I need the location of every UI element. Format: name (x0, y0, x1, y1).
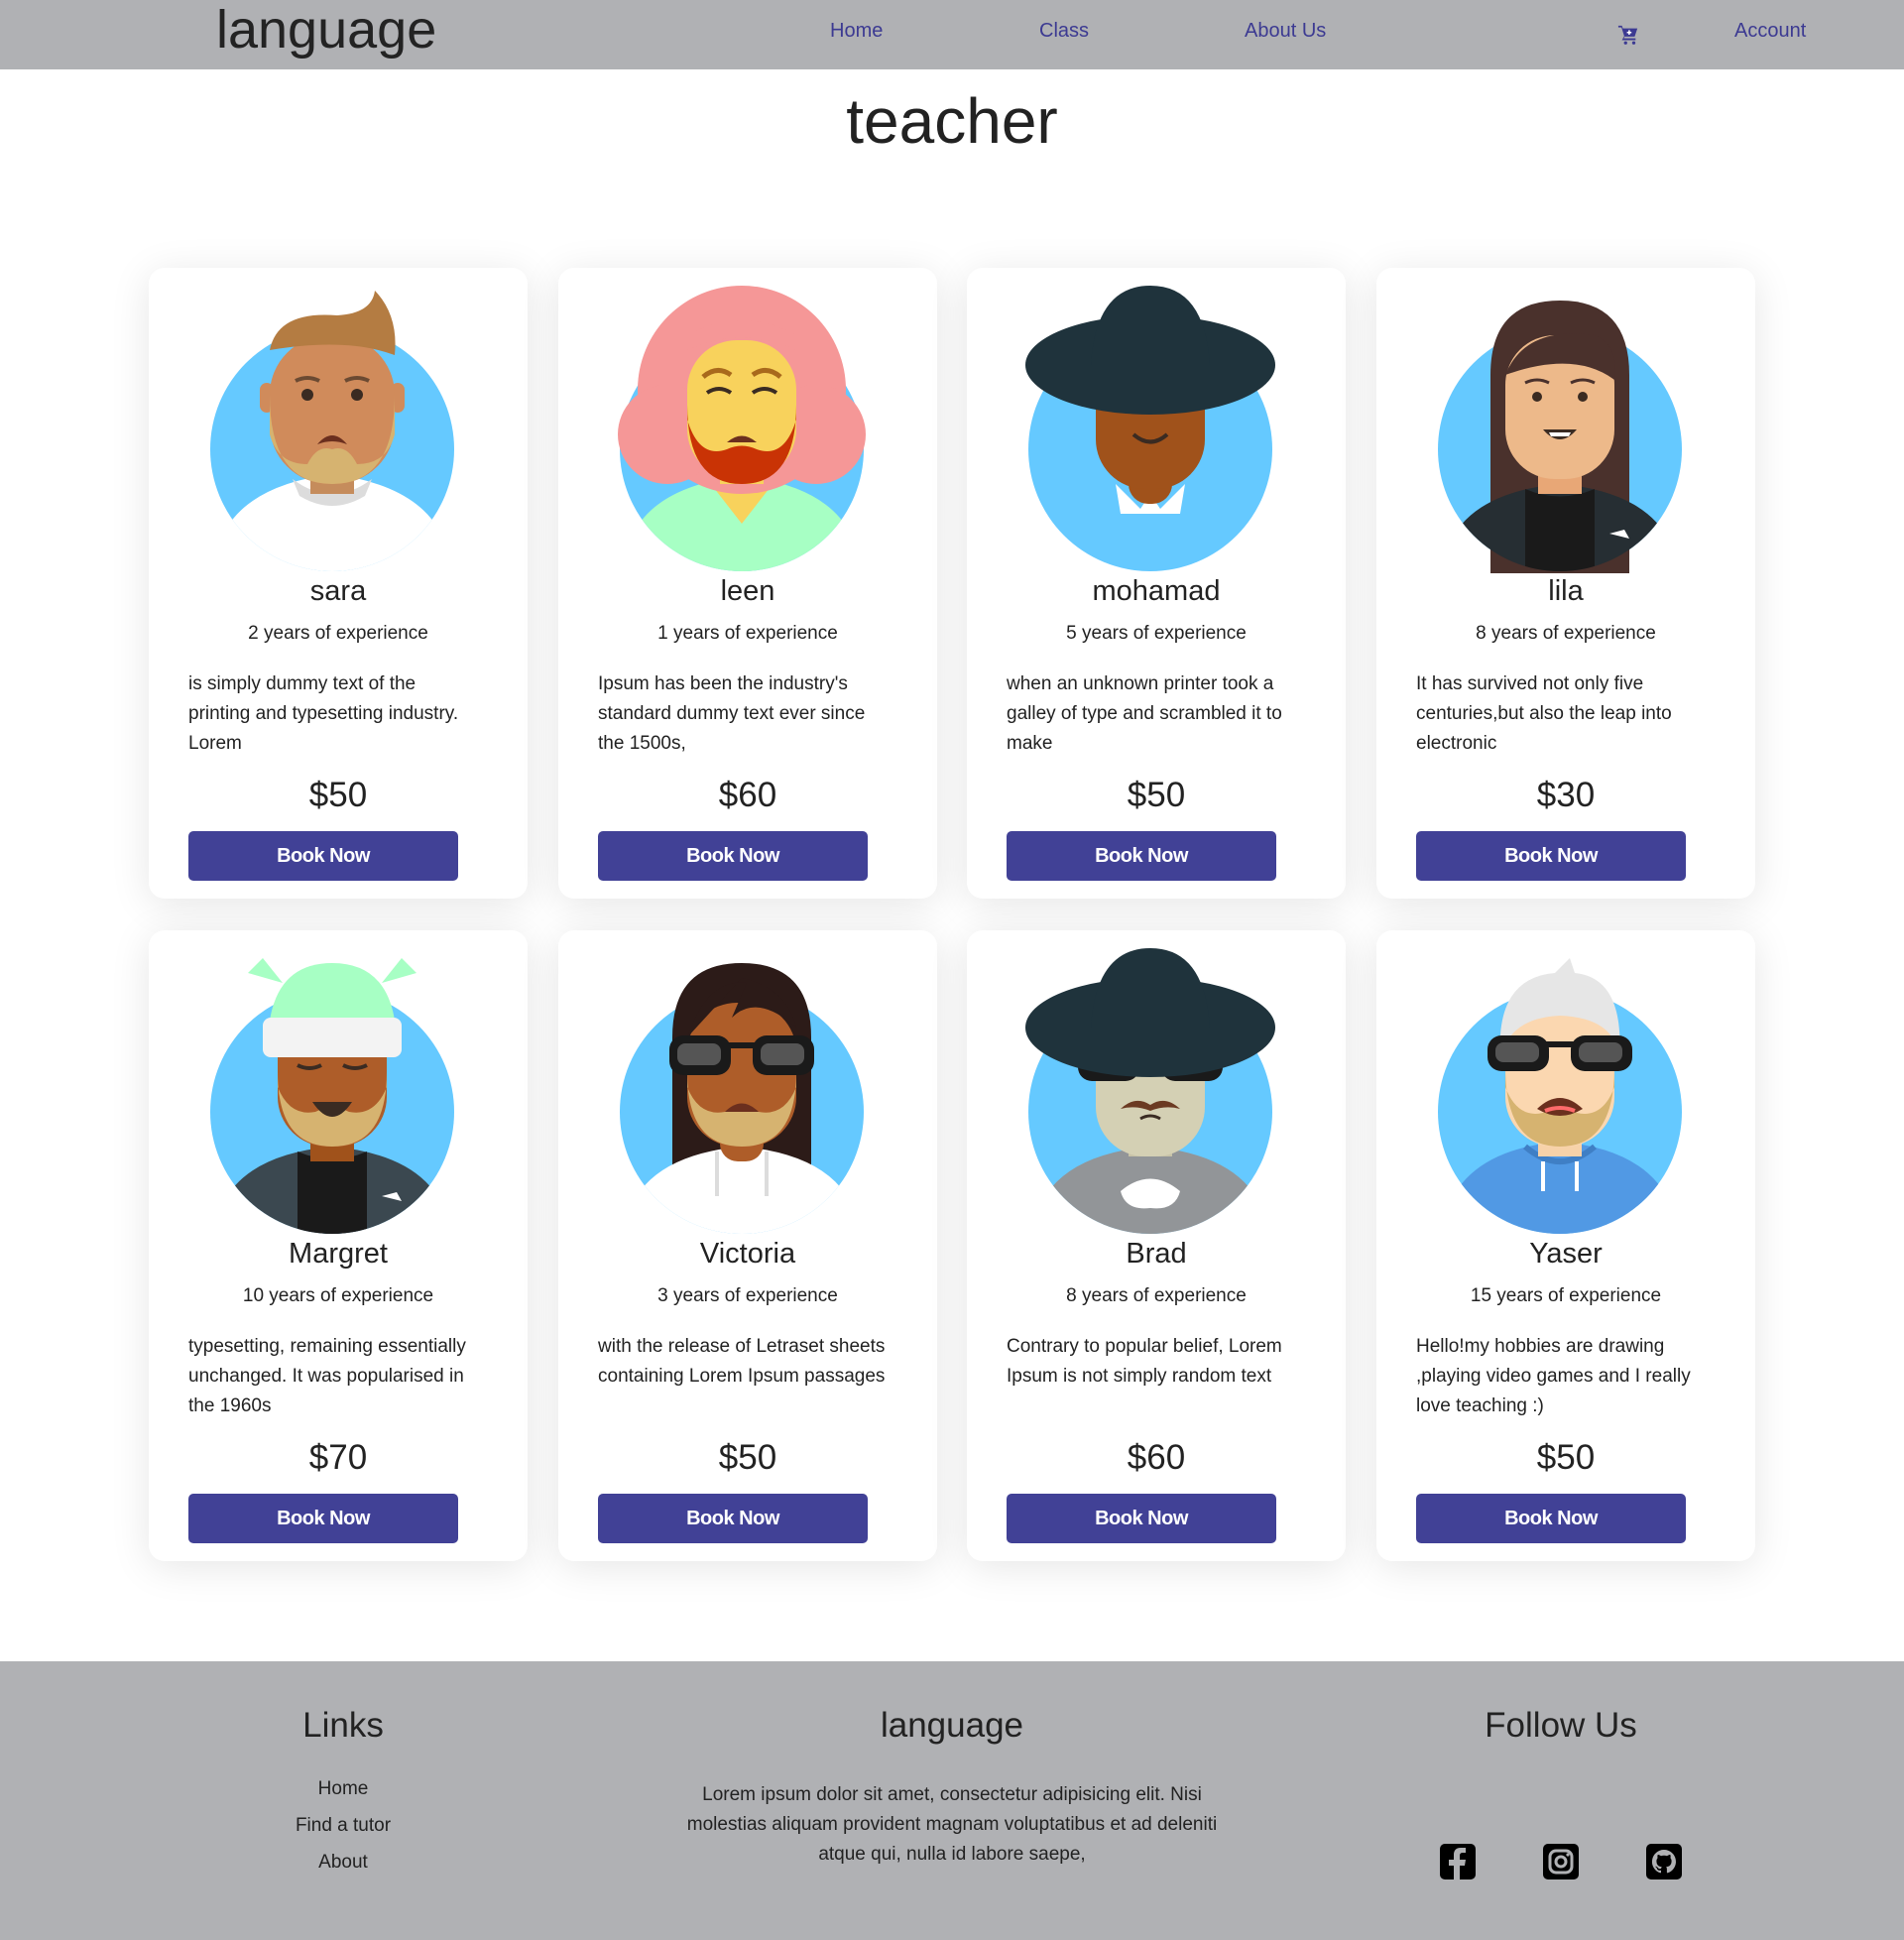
teacher-card: sara 2 years of experience is simply dum… (149, 268, 528, 899)
teacher-experience: 5 years of experience (1066, 623, 1247, 644)
teacher-price: $50 (718, 1438, 777, 1477)
teacher-name: leen (720, 575, 775, 607)
footer-link-about[interactable]: About (244, 1844, 442, 1880)
footer-brand-text: Lorem ipsum dolor sit amet, consectetur … (686, 1784, 1218, 1865)
teacher-name: Yaser (1529, 1238, 1603, 1270)
avatar-mohamad (1025, 286, 1275, 571)
teacher-description: Contrary to popular belief, Lorem Ipsum … (1007, 1336, 1282, 1387)
footer-follow-section: Follow Us (1440, 1701, 1682, 1879)
teacher-price: $60 (718, 776, 777, 814)
teacher-name: mohamad (1092, 575, 1221, 607)
teacher-description: is simply dummy text of the printing and… (188, 673, 459, 754)
avatar-margret (210, 958, 454, 1234)
footer-follow-title: Follow Us (1485, 1706, 1637, 1745)
teacher-experience: 3 years of experience (657, 1285, 838, 1306)
teacher-experience: 8 years of experience (1476, 623, 1656, 644)
nav-link-home[interactable]: Home (830, 20, 883, 43)
teacher-name: Victoria (699, 1238, 796, 1270)
avatar-yaser (1438, 958, 1682, 1234)
teacher-price: $30 (1536, 776, 1596, 814)
teacher-description: typesetting, remaining essentially uncha… (188, 1336, 466, 1416)
teacher-name: lila (1548, 575, 1584, 607)
teacher-experience: 10 years of experience (242, 1285, 434, 1306)
teacher-description: It has survived not only five centuries,… (1416, 673, 1672, 754)
teacher-card: Brad 8 years of experience Contrary to p… (967, 930, 1346, 1561)
footer-links-title: Links (302, 1706, 384, 1745)
footer-brand-title: language (880, 1706, 1024, 1745)
instagram-icon[interactable] (1541, 1842, 1581, 1881)
teacher-price: $50 (1536, 1438, 1596, 1477)
teacher-experience: 1 years of experience (657, 623, 838, 644)
avatar-victoria (620, 963, 864, 1234)
footer-link-find-tutor[interactable]: Find a tutor (244, 1807, 442, 1844)
teacher-experience: 8 years of experience (1066, 1285, 1247, 1306)
teacher-card: Yaser 15 years of experience Hello!my ho… (1376, 930, 1755, 1561)
footer-links-section: Links Home Find a tutor About (244, 1701, 442, 1880)
book-now-button[interactable]: Book Now (1007, 831, 1276, 881)
teacher-card: Margret 10 years of experience typesetti… (149, 930, 528, 1561)
teacher-description: Hello!my hobbies are drawing ,playing vi… (1416, 1336, 1691, 1416)
book-now-button[interactable]: Book Now (598, 831, 868, 881)
teacher-card: mohamad 5 years of experience when an un… (967, 268, 1346, 899)
teacher-name: Margret (289, 1238, 388, 1270)
cart-icon[interactable] (1617, 24, 1639, 46)
book-now-button[interactable]: Book Now (1416, 1494, 1686, 1543)
teacher-description: Ipsum has been the industry's standard d… (598, 673, 866, 754)
teacher-card: leen 1 years of experience Ipsum has bee… (558, 268, 937, 899)
teacher-price: $50 (308, 776, 368, 814)
navbar: language Home Class About Us Account (0, 0, 1904, 69)
avatar-sara (210, 291, 454, 571)
avatar-brad (1025, 948, 1275, 1234)
teacher-price: $50 (1127, 776, 1186, 814)
teacher-description: when an unknown printer took a galley of… (1007, 673, 1282, 754)
teacher-card: lila 8 years of experience It has surviv… (1376, 268, 1755, 899)
nav-link-class[interactable]: Class (1039, 20, 1089, 43)
teacher-description: with the release of Letraset sheets cont… (598, 1336, 886, 1387)
teacher-price: $70 (308, 1438, 368, 1477)
teacher-experience: 2 years of experience (248, 623, 428, 644)
book-now-button[interactable]: Book Now (188, 831, 458, 881)
avatar-lila (1438, 301, 1682, 573)
book-now-button[interactable]: Book Now (188, 1494, 458, 1543)
book-now-button[interactable]: Book Now (1007, 1494, 1276, 1543)
nav-link-about-us[interactable]: About Us (1245, 20, 1326, 43)
footer-link-home[interactable]: Home (244, 1770, 442, 1807)
footer-brand-section: language Lorem ipsum dolor sit amet, con… (664, 1701, 1240, 1870)
github-icon[interactable] (1644, 1842, 1684, 1881)
teacher-name: Brad (1126, 1238, 1187, 1270)
page-title: teacher (846, 85, 1058, 157)
footer: Links Home Find a tutor About language L… (0, 1661, 1904, 1940)
brand-logo[interactable]: language (216, 0, 436, 60)
teacher-price: $60 (1127, 1438, 1186, 1477)
book-now-button[interactable]: Book Now (598, 1494, 868, 1543)
nav-link-account[interactable]: Account (1734, 20, 1806, 43)
facebook-icon[interactable] (1438, 1842, 1478, 1881)
book-now-button[interactable]: Book Now (1416, 831, 1686, 881)
teacher-experience: 15 years of experience (1470, 1285, 1662, 1306)
teacher-card: Victoria 3 years of experience with the … (558, 930, 937, 1561)
avatar-leen (618, 286, 866, 571)
teacher-name: sara (309, 575, 367, 607)
